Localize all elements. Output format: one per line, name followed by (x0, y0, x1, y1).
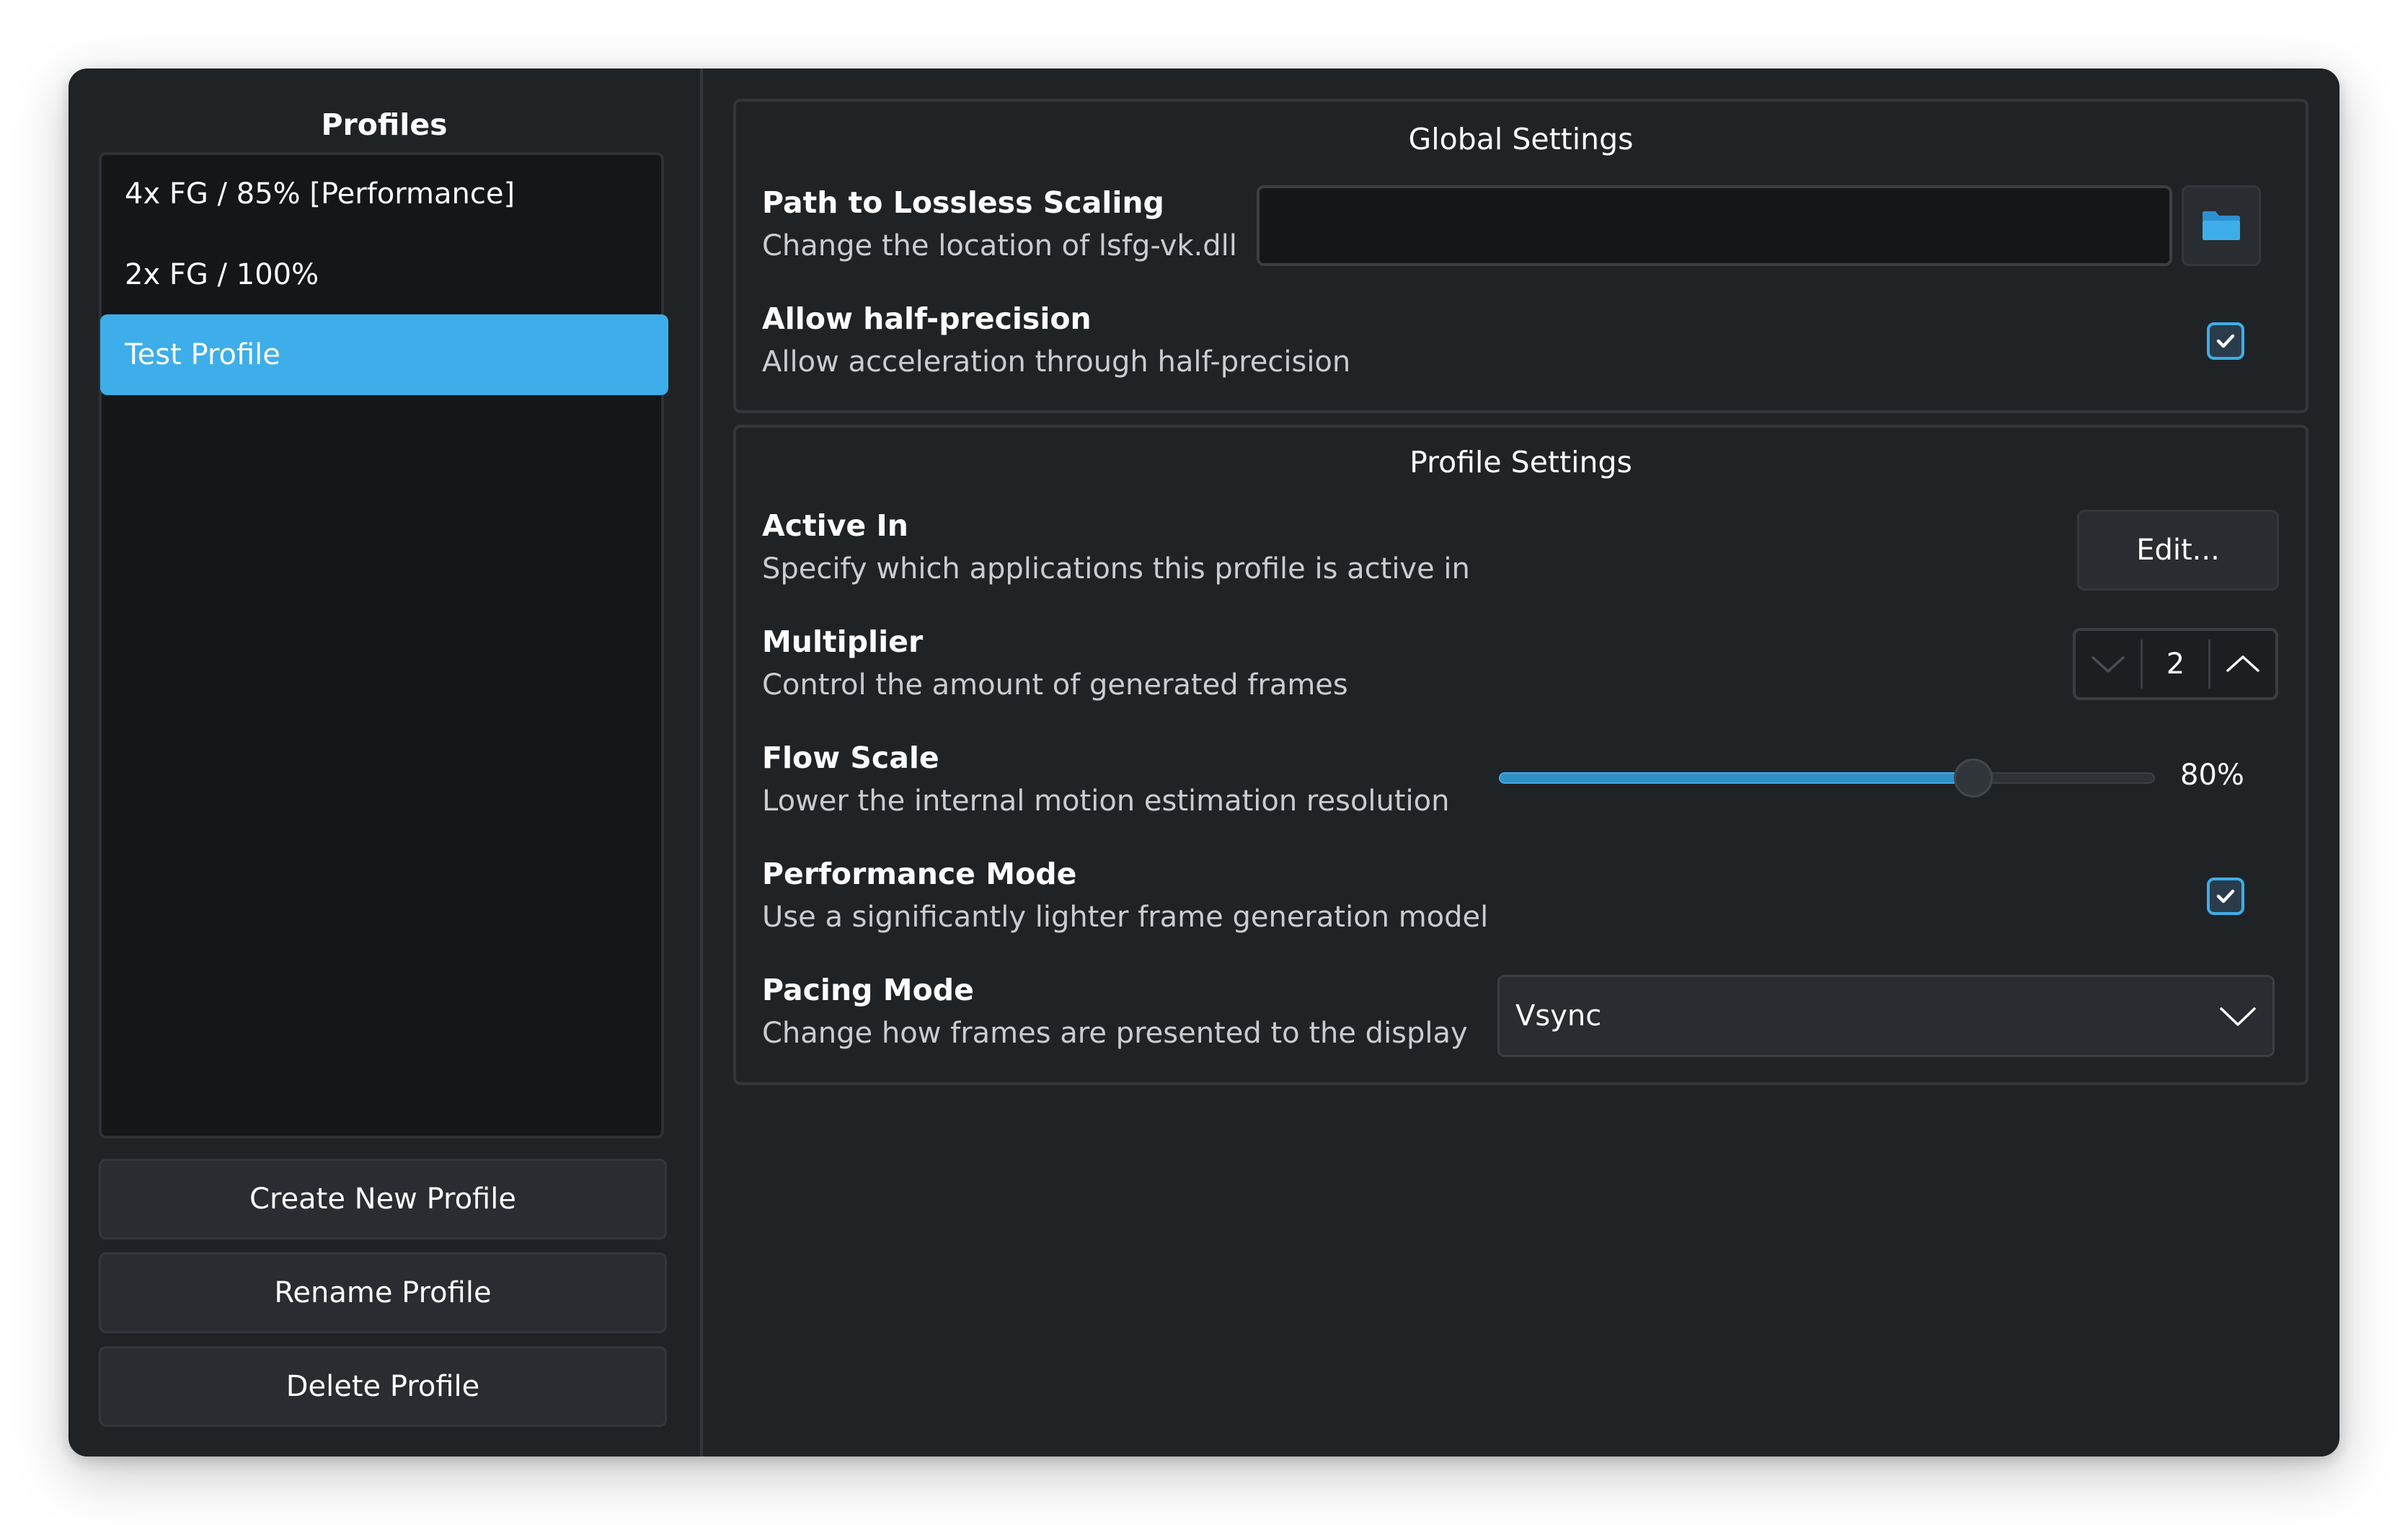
profile-list[interactable]: 4x FG / 85% [Performance] 2x FG / 100% T… (99, 152, 668, 1139)
profile-list-item-selected[interactable]: Test Profile (100, 314, 668, 395)
profile-settings-group: Profile Settings Active In Specify which… (733, 425, 2309, 1085)
half-precision-description: Allow acceleration through half-precisio… (762, 345, 1351, 379)
checkmark-icon (2216, 334, 2235, 348)
profiles-heading: Profiles (321, 107, 448, 142)
profile-list-item[interactable]: 2x FG / 100% (100, 234, 668, 315)
multiplier-value: 2 (2166, 647, 2185, 681)
active-in-title: Active In (762, 508, 908, 543)
profiles-pane: Profiles 4x FG / 85% [Performance] 2x FG… (68, 68, 700, 1457)
performance-mode-description: Use a significantly lighter frame genera… (762, 901, 1489, 934)
pacing-mode-selected: Vsync (1515, 999, 1602, 1033)
performance-mode-checkbox[interactable] (2207, 878, 2244, 915)
global-settings-title: Global Settings (1408, 122, 1634, 156)
multiplier-title: Multiplier (762, 624, 924, 659)
chevron-down-icon (2091, 656, 2125, 673)
chevron-down-icon (2220, 1007, 2256, 1026)
delete-profile-button[interactable]: Delete Profile (99, 1346, 667, 1427)
edit-active-in-button[interactable]: Edit... (2077, 510, 2279, 591)
path-setting-title: Path to Lossless Scaling (762, 185, 1164, 220)
pacing-mode-dropdown[interactable]: Vsync (1497, 975, 2275, 1057)
multiplier-decrement-button[interactable] (2076, 631, 2141, 697)
active-in-description: Specify which applications this profile … (762, 552, 1470, 585)
pane-divider (700, 68, 703, 1457)
app-window: Profiles 4x FG / 85% [Performance] 2x FG… (68, 68, 2340, 1457)
slider-handle[interactable] (1954, 759, 1993, 797)
path-input[interactable] (1257, 185, 2172, 266)
chevron-up-icon (2226, 655, 2259, 672)
browse-button[interactable] (2182, 185, 2261, 266)
flow-scale-value: 80% (2180, 759, 2244, 792)
folder-icon (2203, 211, 2240, 240)
flow-scale-slider[interactable] (1499, 756, 2155, 800)
profile-settings-title: Profile Settings (1409, 445, 1632, 479)
create-profile-button[interactable]: Create New Profile (99, 1159, 667, 1239)
pacing-mode-title: Pacing Mode (762, 973, 974, 1007)
performance-mode-title: Performance Mode (762, 857, 1077, 891)
half-precision-title: Allow half-precision (762, 301, 1092, 336)
pacing-mode-description: Change how frames are presented to the d… (762, 1017, 1468, 1050)
half-precision-checkbox[interactable] (2207, 322, 2244, 360)
checkmark-icon (2216, 889, 2235, 903)
profile-list-item[interactable]: 4x FG / 85% [Performance] (100, 154, 668, 234)
multiplier-increment-button[interactable] (2210, 631, 2275, 697)
multiplier-spinbox[interactable]: 2 (2073, 628, 2278, 700)
rename-profile-button[interactable]: Rename Profile (99, 1252, 667, 1333)
multiplier-description: Control the amount of generated frames (762, 668, 1348, 702)
slider-fill (1499, 772, 1973, 784)
path-setting-description: Change the location of lsfg-vk.dll (762, 229, 1237, 262)
flow-scale-description: Lower the internal motion estimation res… (762, 784, 1450, 818)
flow-scale-title: Flow Scale (762, 741, 939, 775)
global-settings-group: Global Settings Path to Lossless Scaling… (733, 99, 2309, 413)
